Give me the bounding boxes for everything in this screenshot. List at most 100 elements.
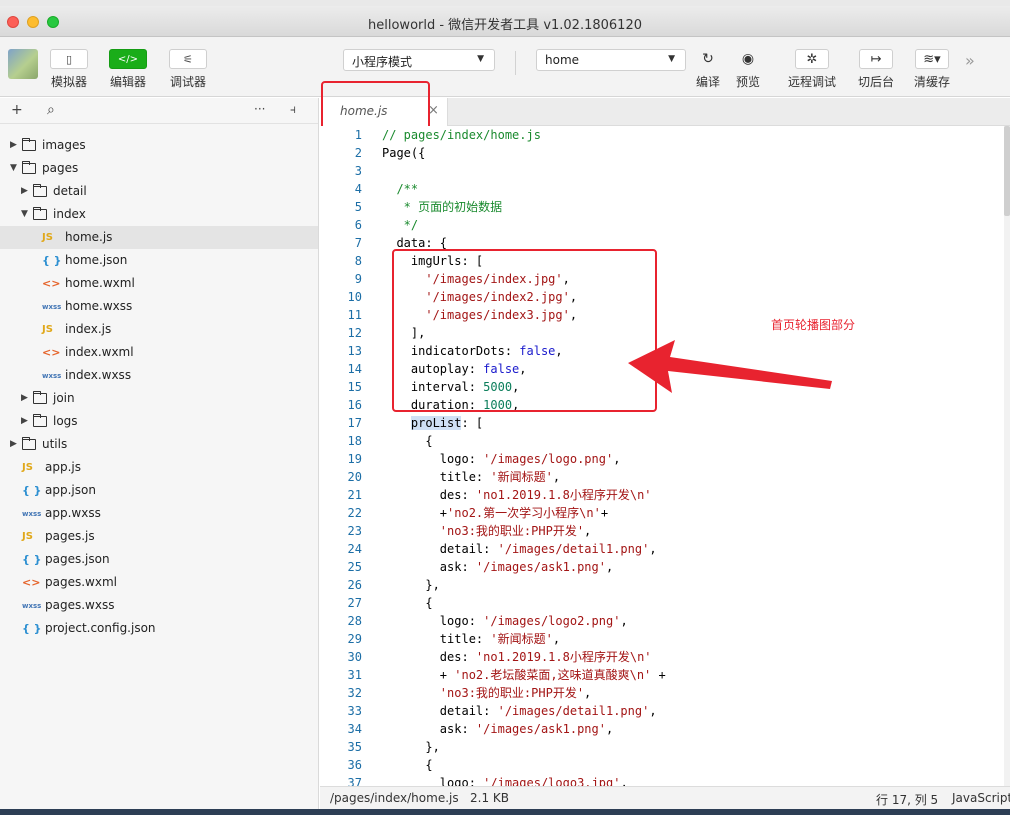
code-line[interactable]: des: 'no1.2019.1.8小程序开发\n' (382, 648, 666, 666)
line-number: 30 (347, 650, 362, 664)
preview-button[interactable]: ◉ 预览 (732, 49, 764, 90)
code-line[interactable]: ask: '/images/ask1.png', (382, 558, 666, 576)
tree-item-label: app.json (45, 483, 96, 497)
code-line[interactable]: proList: [ (382, 414, 666, 432)
file-app-js[interactable]: JS app.js (0, 456, 318, 479)
file-app-json[interactable]: { } app.json (0, 479, 318, 502)
code-line[interactable]: ask: '/images/ask1.png', (382, 720, 666, 738)
clear-cache-button[interactable]: ≋▾ 清缓存 (912, 49, 952, 90)
status-cursor[interactable]: 行 17, 列 5 (876, 791, 938, 808)
scrollbar[interactable] (1004, 126, 1010, 786)
line-number: 20 (347, 470, 362, 484)
editor-button[interactable]: </> 编辑器 (109, 49, 147, 90)
debugger-button[interactable]: ⚟ 调试器 (169, 49, 207, 90)
file-home-js[interactable]: JS home.js (0, 226, 318, 249)
code-line[interactable]: 'no3:我的职业:PHP开发', (382, 684, 666, 702)
window-titlebar: helloworld - 微信开发者工具 v1.02.1806120 (0, 6, 1010, 37)
folder-logs[interactable]: ▶ logs (0, 410, 318, 433)
code-lines[interactable]: // pages/index/home.js Page({ /** * 页面的初始… (382, 126, 666, 786)
code-line[interactable]: }, (382, 576, 666, 594)
code-line[interactable]: */ (382, 216, 666, 234)
line-number: 18 (347, 434, 362, 448)
code-line[interactable]: 'no3:我的职业:PHP开发', (382, 522, 666, 540)
more-icon[interactable]: ··· (254, 102, 265, 116)
mode-select[interactable]: 小程序模式 ▼ (343, 49, 495, 71)
more-chevron-icon[interactable]: » (965, 51, 975, 70)
tree-item-label: home.wxss (65, 299, 133, 313)
code-editor[interactable]: 1 2 3 4 5 6 7 8 9 10 11 12 13 14 15 16 17 18 19 20 21 22 23 24 2… (320, 126, 1010, 786)
code-line[interactable]: { (382, 432, 666, 450)
code-line[interactable]: detail: '/images/detail1.png', (382, 702, 666, 720)
file-project-config-json[interactable]: { } project.config.json (0, 617, 318, 640)
file-home-wxss[interactable]: wxss home.wxss (0, 295, 318, 318)
code-line[interactable]: { (382, 594, 666, 612)
file-index-wxss[interactable]: wxss index.wxss (0, 364, 318, 387)
status-path: /pages/index/home.js (330, 791, 459, 805)
chevron-right-icon[interactable]: ▶ (21, 180, 28, 203)
search-icon[interactable]: ⌕ (47, 102, 55, 118)
toolbar-divider (515, 51, 516, 75)
page-select[interactable]: home ▼ (536, 49, 686, 71)
chevron-right-icon[interactable]: ▶ (21, 410, 28, 433)
scrollbar-thumb[interactable] (1004, 126, 1010, 216)
line-number: 16 (347, 398, 362, 412)
folder-join[interactable]: ▶ join (0, 387, 318, 410)
remote-debug-button[interactable]: ✲ 远程调试 (786, 49, 838, 90)
chevron-right-icon[interactable]: ▶ (10, 433, 17, 456)
chevron-down-icon[interactable]: ▼ (10, 157, 17, 180)
code-line[interactable]: // pages/index/home.js (382, 126, 666, 144)
file-index-js[interactable]: JS index.js (0, 318, 318, 341)
code-line[interactable] (382, 162, 666, 180)
chevron-down-icon: ▼ (668, 54, 675, 64)
status-language[interactable]: JavaScript (952, 791, 1010, 805)
code-line[interactable]: /** (382, 180, 666, 198)
file-pages-wxss[interactable]: wxss pages.wxss (0, 594, 318, 617)
line-number: 14 (347, 362, 362, 376)
code-line[interactable]: des: 'no1.2019.1.8小程序开发\n' (382, 486, 666, 504)
line-number: 34 (347, 722, 362, 736)
file-pages-js[interactable]: JS pages.js (0, 525, 318, 548)
file-home-wxml[interactable]: <> home.wxml (0, 272, 318, 295)
folder-images[interactable]: ▶ images (0, 134, 318, 157)
chevron-right-icon[interactable]: ▶ (21, 387, 28, 410)
exit-arrow-icon: ↦ (859, 49, 893, 69)
carousel-highlight-box (392, 249, 657, 412)
code-line[interactable]: title: '新闻标题', (382, 630, 666, 648)
avatar[interactable] (8, 49, 38, 79)
status-size: 2.1 KB (470, 791, 509, 805)
code-line[interactable]: +'no2.第一次学习小程序\n'+ (382, 504, 666, 522)
debugger-label: 调试器 (169, 75, 206, 89)
folder-icon (33, 414, 47, 427)
code-line[interactable]: * 页面的初始数据 (382, 198, 666, 216)
folder-utils[interactable]: ▶ utils (0, 433, 318, 456)
folder-icon (22, 437, 36, 450)
code-line[interactable]: logo: '/images/logo.png', (382, 450, 666, 468)
folder-index[interactable]: ▼ index (0, 203, 318, 226)
code-line[interactable]: detail: '/images/detail1.png', (382, 540, 666, 558)
chevron-down-icon[interactable]: ▼ (21, 203, 28, 226)
collapse-panel-icon[interactable]: ⫞ (290, 102, 296, 117)
code-line[interactable]: Page({ (382, 144, 666, 162)
chevron-right-icon[interactable]: ▶ (10, 134, 17, 157)
code-line[interactable]: title: '新闻标题', (382, 468, 666, 486)
line-number: 9 (354, 272, 362, 286)
file-pages-json[interactable]: { } pages.json (0, 548, 318, 571)
json-file-icon: { } (42, 254, 62, 267)
add-icon[interactable]: + (11, 102, 23, 118)
folder-detail[interactable]: ▶ detail (0, 180, 318, 203)
line-number: 25 (347, 560, 362, 574)
file-home-json[interactable]: { } home.json (0, 249, 318, 272)
code-line[interactable]: + 'no2.老坛酸菜面,这味道真酸爽\n' + (382, 666, 666, 684)
file-pages-wxml[interactable]: <> pages.wxml (0, 571, 318, 594)
code-line[interactable]: logo: '/images/logo2.png', (382, 612, 666, 630)
folder-pages[interactable]: ▼ pages (0, 157, 318, 180)
simulator-button[interactable]: ▯ 模拟器 (50, 49, 88, 90)
background-button[interactable]: ↦ 切后台 (856, 49, 896, 90)
tree-item-label: utils (42, 437, 68, 451)
file-app-wxss[interactable]: wxss app.wxss (0, 502, 318, 525)
code-line[interactable]: }, (382, 738, 666, 756)
code-line[interactable]: { (382, 756, 666, 774)
code-line[interactable]: logo: '/images/logo3.jpg', (382, 774, 666, 786)
file-index-wxml[interactable]: <> index.wxml (0, 341, 318, 364)
compile-button[interactable]: ↻ 编译 (692, 49, 724, 90)
